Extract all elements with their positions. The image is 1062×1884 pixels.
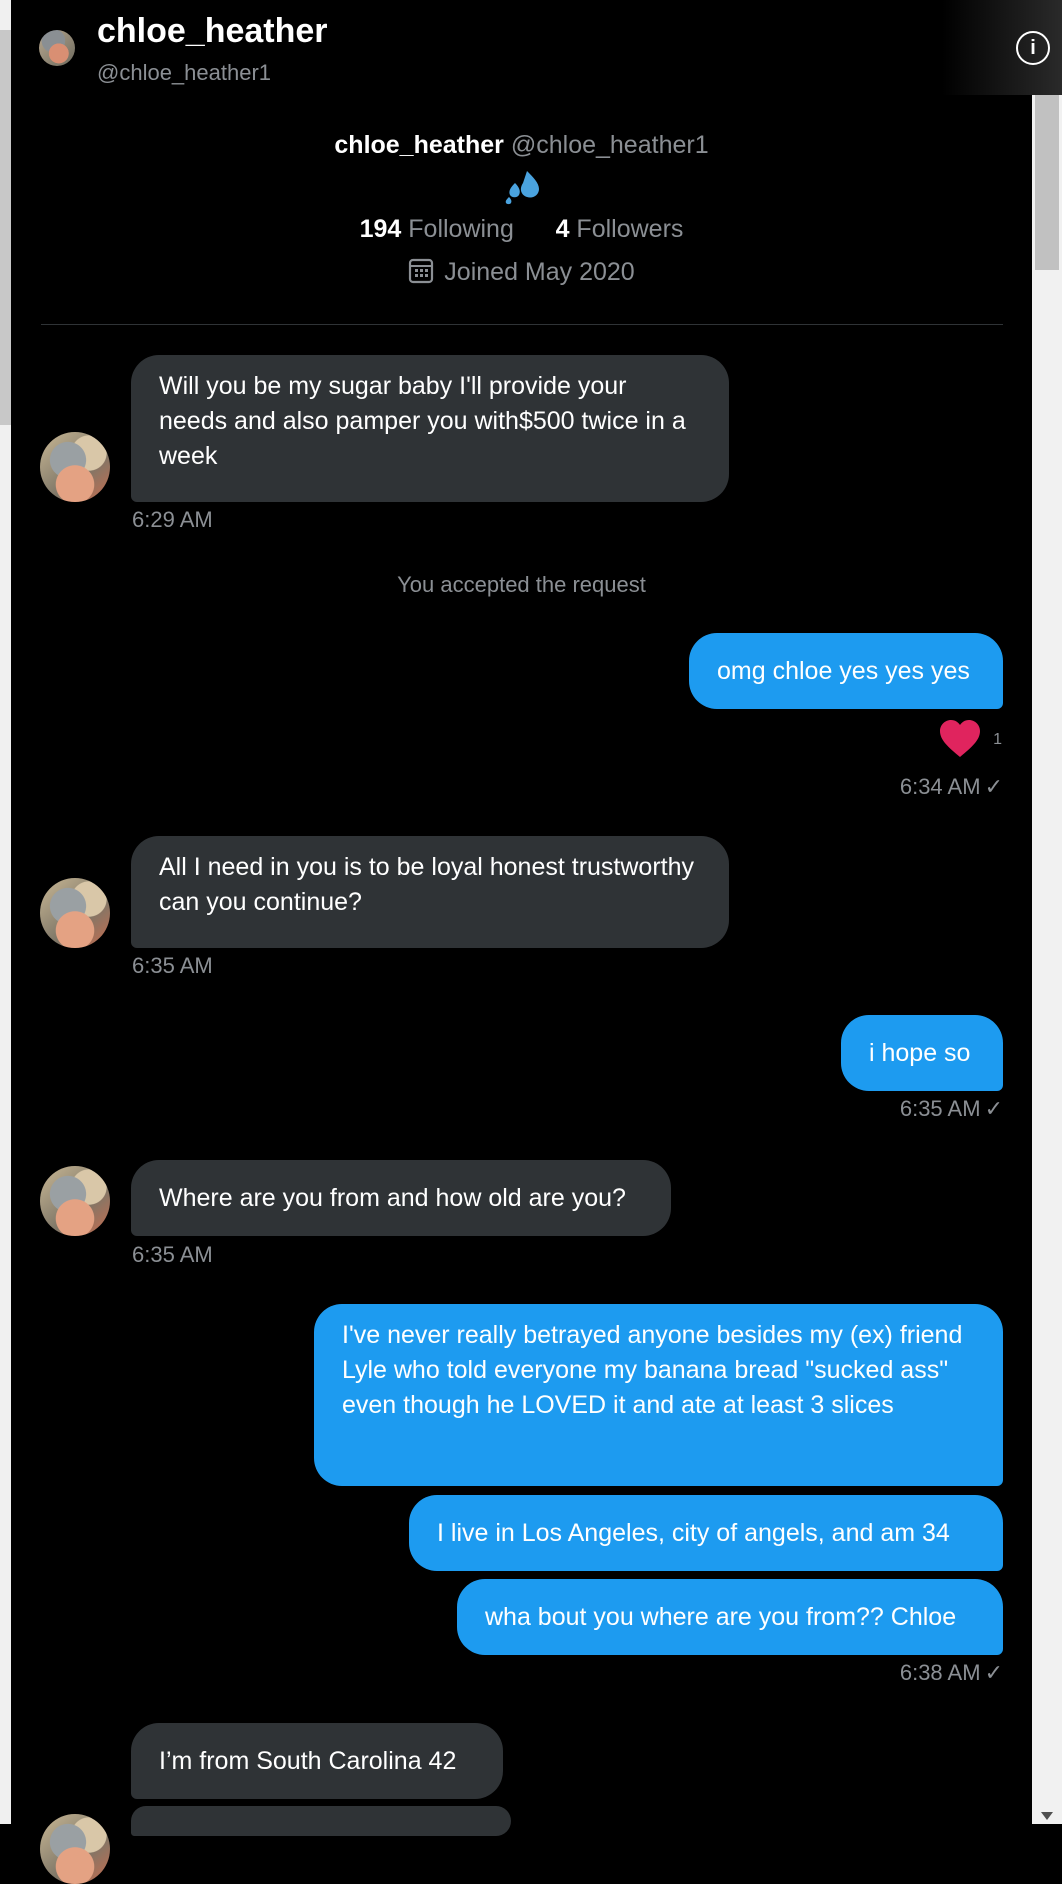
window-edge-mark [0,30,11,425]
heart-reaction-icon[interactable] [938,719,982,759]
avatar[interactable] [40,432,110,502]
message-timestamp: 6:35 AM [132,953,213,978]
profile-joined: Joined May 2020 [11,258,1032,287]
avatar[interactable] [39,30,75,66]
scroll-down-arrow-icon[interactable] [1041,1812,1053,1820]
message-text: i hope so [869,1039,971,1067]
message-bubble-outgoing[interactable]: I've never really betrayed anyone beside… [314,1304,1003,1486]
message-timestamp: 6:34 AM ✓ [900,774,1003,800]
message-text: Will you be my sugar baby I'll provide y… [159,372,686,470]
message-bubble-incoming[interactable]: Where are you from and how old are you? [131,1160,671,1236]
following-count: 194 [359,215,402,243]
joined-date: Joined May 2020 [444,258,635,286]
message-bubble-incoming[interactable]: All I need in you is to be loyal honest … [131,836,729,948]
profile-name-line: chloe_heather @chloe_heather1 [11,131,1032,160]
window-edge [0,0,11,1824]
sweat-droplets-icon [505,171,539,205]
timestamp-text: 6:35 AM [899,1096,981,1121]
divider [41,324,1003,325]
message-bubble-incoming-partial[interactable] [131,1806,511,1836]
message-text: I live in Los Angeles, city of angels, a… [437,1519,950,1547]
message-text: I’m from South Carolina 42 [159,1747,457,1775]
avatar[interactable] [40,1814,110,1884]
info-icon[interactable]: i [1016,31,1050,65]
avatar[interactable] [40,878,110,948]
avatar[interactable] [40,1166,110,1236]
followers-label: Followers [576,215,684,243]
check-icon: ✓ [984,774,1003,799]
profile-name[interactable]: chloe_heather [334,131,504,159]
message-text: All I need in you is to be loyal honest … [159,853,695,916]
message-text: wha bout you where are you from?? Chloe [485,1603,957,1631]
followers-count: 4 [555,215,570,243]
header-name[interactable]: chloe_heather [97,12,328,51]
message-bubble-incoming[interactable]: I’m from South Carolina 42 [131,1723,503,1799]
following-label: Following [408,215,514,243]
conversation-header: chloe_heather @chloe_heather1 i [11,0,1062,95]
message-text: I've never really betrayed anyone beside… [342,1321,963,1419]
request-accepted-notice: You accepted the request [397,572,646,597]
message-bubble-outgoing[interactable]: omg chloe yes yes yes [689,633,1003,709]
message-text: omg chloe yes yes yes [717,657,970,685]
check-icon: ✓ [984,1096,1003,1121]
following-stat[interactable]: 194 Following [360,215,514,243]
profile-stats: 194 Following 4 Followers [11,215,1032,244]
followers-stat[interactable]: 4 Followers [556,215,684,243]
scrollbar-thumb[interactable] [1035,95,1059,270]
message-bubble-outgoing[interactable]: I live in Los Angeles, city of angels, a… [409,1495,1003,1571]
profile-handle: @chloe_heather1 [510,131,709,159]
message-bubble-incoming[interactable]: Will you be my sugar baby I'll provide y… [131,355,729,502]
reaction-count: 1 [993,731,1002,748]
calendar-icon [409,258,434,284]
timestamp-text: 6:34 AM [899,774,981,799]
check-icon: ✓ [984,1660,1003,1685]
message-timestamp: 6:29 AM [132,507,213,532]
message-timestamp: 6:38 AM ✓ [900,1660,1003,1686]
message-timestamp: 6:35 AM [132,1242,213,1267]
message-timestamp: 6:35 AM ✓ [900,1096,1003,1122]
header-handle: @chloe_heather1 [97,60,272,85]
scrollbar[interactable] [1032,95,1062,1824]
timestamp-text: 6:38 AM [899,1660,981,1685]
message-text: Where are you from and how old are you? [159,1184,626,1212]
message-bubble-outgoing[interactable]: wha bout you where are you from?? Chloe [457,1579,1003,1655]
message-bubble-outgoing[interactable]: i hope so [841,1015,1003,1091]
